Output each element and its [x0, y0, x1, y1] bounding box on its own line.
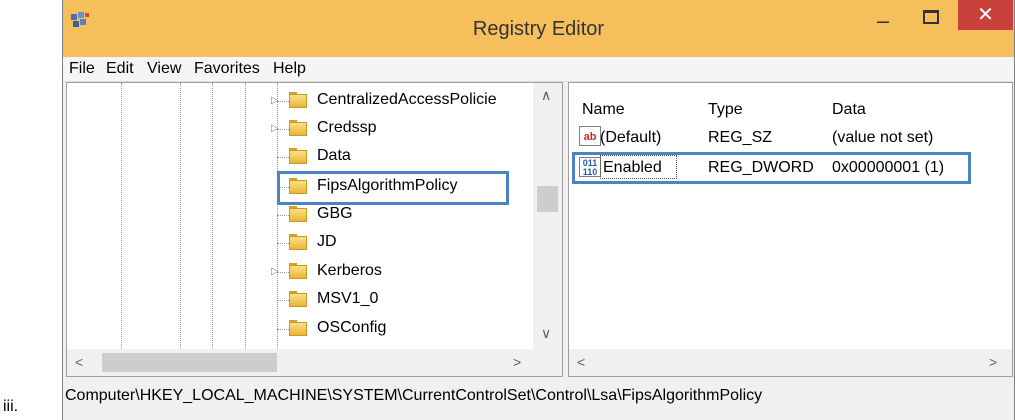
tree-vertical-scrollbar[interactable]: ∧ ∨ — [533, 83, 562, 349]
scroll-right-icon[interactable]: > — [989, 354, 997, 370]
tree-item-kerberos[interactable]: ▷ Kerberos — [67, 258, 547, 286]
column-header-name[interactable]: Name — [582, 101, 625, 119]
selected-key-highlight — [277, 171, 509, 205]
close-button[interactable]: ✕ — [958, 0, 1013, 30]
folder-icon — [289, 263, 307, 279]
menu-bar: File Edit View Favorites Help — [63, 57, 1014, 82]
folder-icon — [289, 92, 307, 108]
column-header-type[interactable]: Type — [708, 101, 743, 119]
tree-item-label: OSConfig — [317, 319, 387, 336]
scroll-down-icon[interactable]: ∨ — [541, 325, 551, 342]
title-bar[interactable]: Registry Editor – ✕ — [63, 0, 1014, 58]
column-header-data[interactable]: Data — [832, 101, 866, 119]
selected-value-highlight — [572, 152, 971, 184]
menu-favorites[interactable]: Favorites — [194, 60, 260, 78]
value-type: REG_SZ — [708, 129, 773, 146]
tree-item-label: GBG — [317, 205, 353, 222]
scroll-left-icon[interactable]: < — [75, 354, 83, 370]
registry-editor-window: Registry Editor – ✕ File Edit View Favor… — [62, 0, 1015, 420]
tree-item-label: Data — [317, 147, 351, 164]
values-list-pane[interactable]: Name Type Data ab (Default) REG_SZ (valu… — [568, 82, 1013, 377]
tree-item-label: JD — [317, 233, 337, 250]
scroll-up-icon[interactable]: ∧ — [541, 87, 551, 104]
tree-item-label: Credssp — [317, 119, 377, 136]
tree-item-gbg[interactable]: GBG — [67, 201, 547, 229]
tree-item-data[interactable]: Data — [67, 143, 547, 171]
folder-icon — [289, 148, 307, 164]
tree-item-centralizedaccesspolicies[interactable]: ▷ CentralizedAccessPolicie — [67, 87, 547, 115]
key-tree-pane[interactable]: ▷ CentralizedAccessPolicie ▷ Credssp Dat… — [66, 82, 563, 377]
value-name: (Default) — [600, 129, 662, 146]
scroll-right-icon[interactable]: > — [513, 354, 521, 370]
list-marker: iii. — [3, 398, 19, 415]
folder-icon — [289, 320, 307, 336]
maximize-icon — [923, 10, 939, 24]
folder-icon — [289, 291, 307, 307]
tree-item-credssp[interactable]: ▷ Credssp — [67, 115, 547, 143]
scrollbar-thumb[interactable] — [537, 186, 558, 212]
tree-item-osconfig[interactable]: OSConfig — [67, 315, 547, 343]
folder-icon — [289, 206, 307, 222]
status-bar: Computer\HKEY_LOCAL_MACHINE\SYSTEM\Curre… — [63, 377, 1014, 420]
values-horizontal-scrollbar[interactable]: < > — [569, 349, 1012, 376]
menu-view[interactable]: View — [147, 60, 181, 78]
scrollbar-thumb[interactable] — [102, 353, 277, 372]
tree-item-label: MSV1_0 — [317, 290, 379, 307]
tree-horizontal-scrollbar[interactable]: < > — [67, 349, 562, 376]
tree-item-msv1-0[interactable]: MSV1_0 — [67, 286, 547, 314]
tree-item-jd[interactable]: JD — [67, 229, 547, 257]
value-data: (value not set) — [832, 129, 934, 146]
key-path: Computer\HKEY_LOCAL_MACHINE\SYSTEM\Curre… — [65, 387, 763, 404]
tree-item-label: Kerberos — [317, 262, 382, 279]
folder-icon — [289, 120, 307, 136]
string-value-icon: ab — [579, 126, 601, 146]
maximize-button[interactable] — [909, 6, 953, 36]
folder-icon — [289, 234, 307, 250]
minimize-button[interactable]: – — [861, 8, 905, 38]
menu-file[interactable]: File — [69, 60, 95, 78]
menu-help[interactable]: Help — [273, 60, 306, 78]
tree-item-label: CentralizedAccessPolicie — [317, 91, 497, 108]
menu-edit[interactable]: Edit — [106, 60, 134, 78]
scroll-left-icon[interactable]: < — [577, 354, 585, 370]
